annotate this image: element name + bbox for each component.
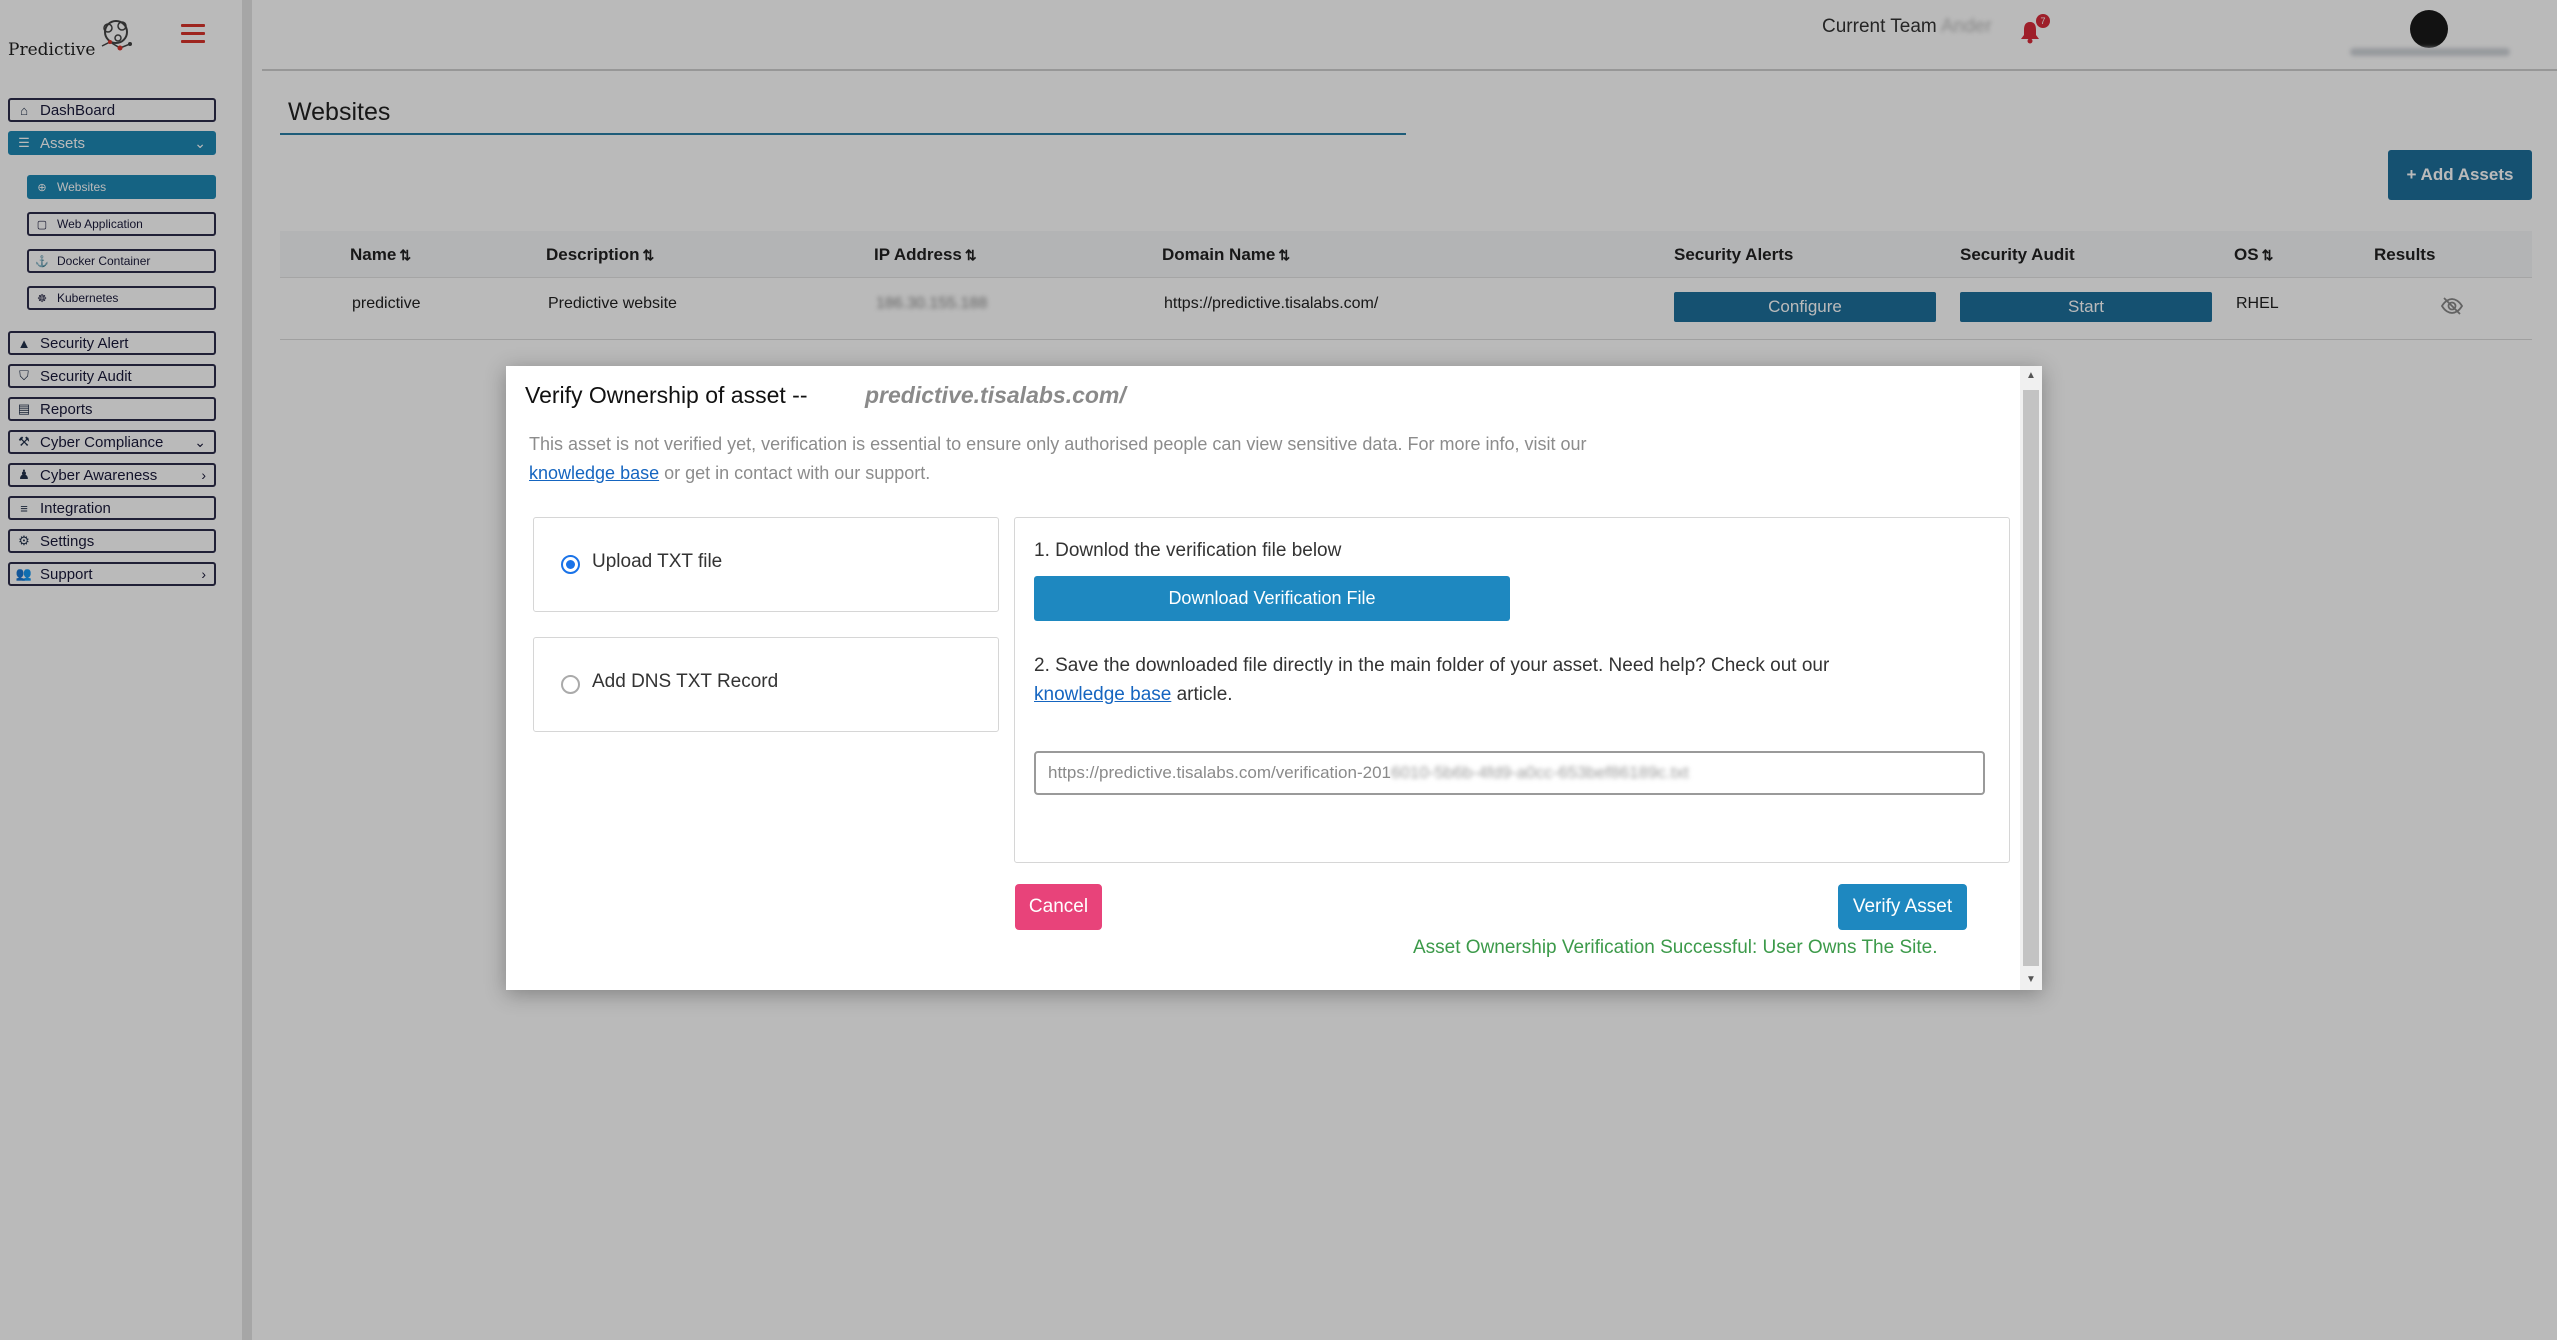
verify-ownership-modal: Verify Ownership of asset -- predictive.… xyxy=(506,366,2042,990)
success-message: Asset Ownership Verification Successful:… xyxy=(1413,937,1938,958)
step-2-text: 2. Save the downloaded file directly in … xyxy=(1034,651,1994,709)
scrollbar-thumb[interactable] xyxy=(2023,390,2039,966)
radio-selected[interactable] xyxy=(561,555,580,574)
step-2-prefix: 2. Save the downloaded file directly in … xyxy=(1034,655,1830,676)
option-label: Upload TXT file xyxy=(592,551,723,572)
description-text: This asset is not verified yet, verifica… xyxy=(529,434,1587,454)
option-label: Add DNS TXT Record xyxy=(592,671,779,692)
radio-unselected[interactable] xyxy=(561,675,580,694)
url-text-blurred: 6010-5b6b-4fd9-a0cc-653bef86189c.txt xyxy=(1391,763,1689,782)
verification-panel: 1. Downlod the verification file below D… xyxy=(1014,517,2010,863)
url-text: https://predictive.tisalabs.com/verifica… xyxy=(1048,763,1391,782)
step-1-text: 1. Downlod the verification file below xyxy=(1034,540,1342,561)
knowledge-base-link[interactable]: knowledge base xyxy=(1034,684,1171,705)
modal-scrollbar[interactable]: ▲ ▼ xyxy=(2020,366,2042,990)
option-upload-txt[interactable]: Upload TXT file xyxy=(533,517,999,612)
scroll-down-icon[interactable]: ▼ xyxy=(2020,970,2042,990)
verification-url-field[interactable]: https://predictive.tisalabs.com/verifica… xyxy=(1034,751,1985,795)
download-verification-button[interactable]: Download Verification File xyxy=(1034,576,1510,621)
knowledge-base-link[interactable]: knowledge base xyxy=(529,463,659,483)
modal-description: This asset is not verified yet, verifica… xyxy=(529,430,1729,488)
scroll-up-icon[interactable]: ▲ xyxy=(2020,366,2042,386)
option-dns-txt[interactable]: Add DNS TXT Record xyxy=(533,637,999,732)
verify-asset-button[interactable]: Verify Asset xyxy=(1838,884,1967,930)
modal-title: Verify Ownership of asset -- xyxy=(525,382,808,408)
description-suffix: or get in contact with our support. xyxy=(664,463,931,483)
step-2-suffix: article. xyxy=(1176,684,1233,705)
modal-domain: predictive.tisalabs.com/ xyxy=(865,382,1126,408)
cancel-button[interactable]: Cancel xyxy=(1015,884,1102,930)
